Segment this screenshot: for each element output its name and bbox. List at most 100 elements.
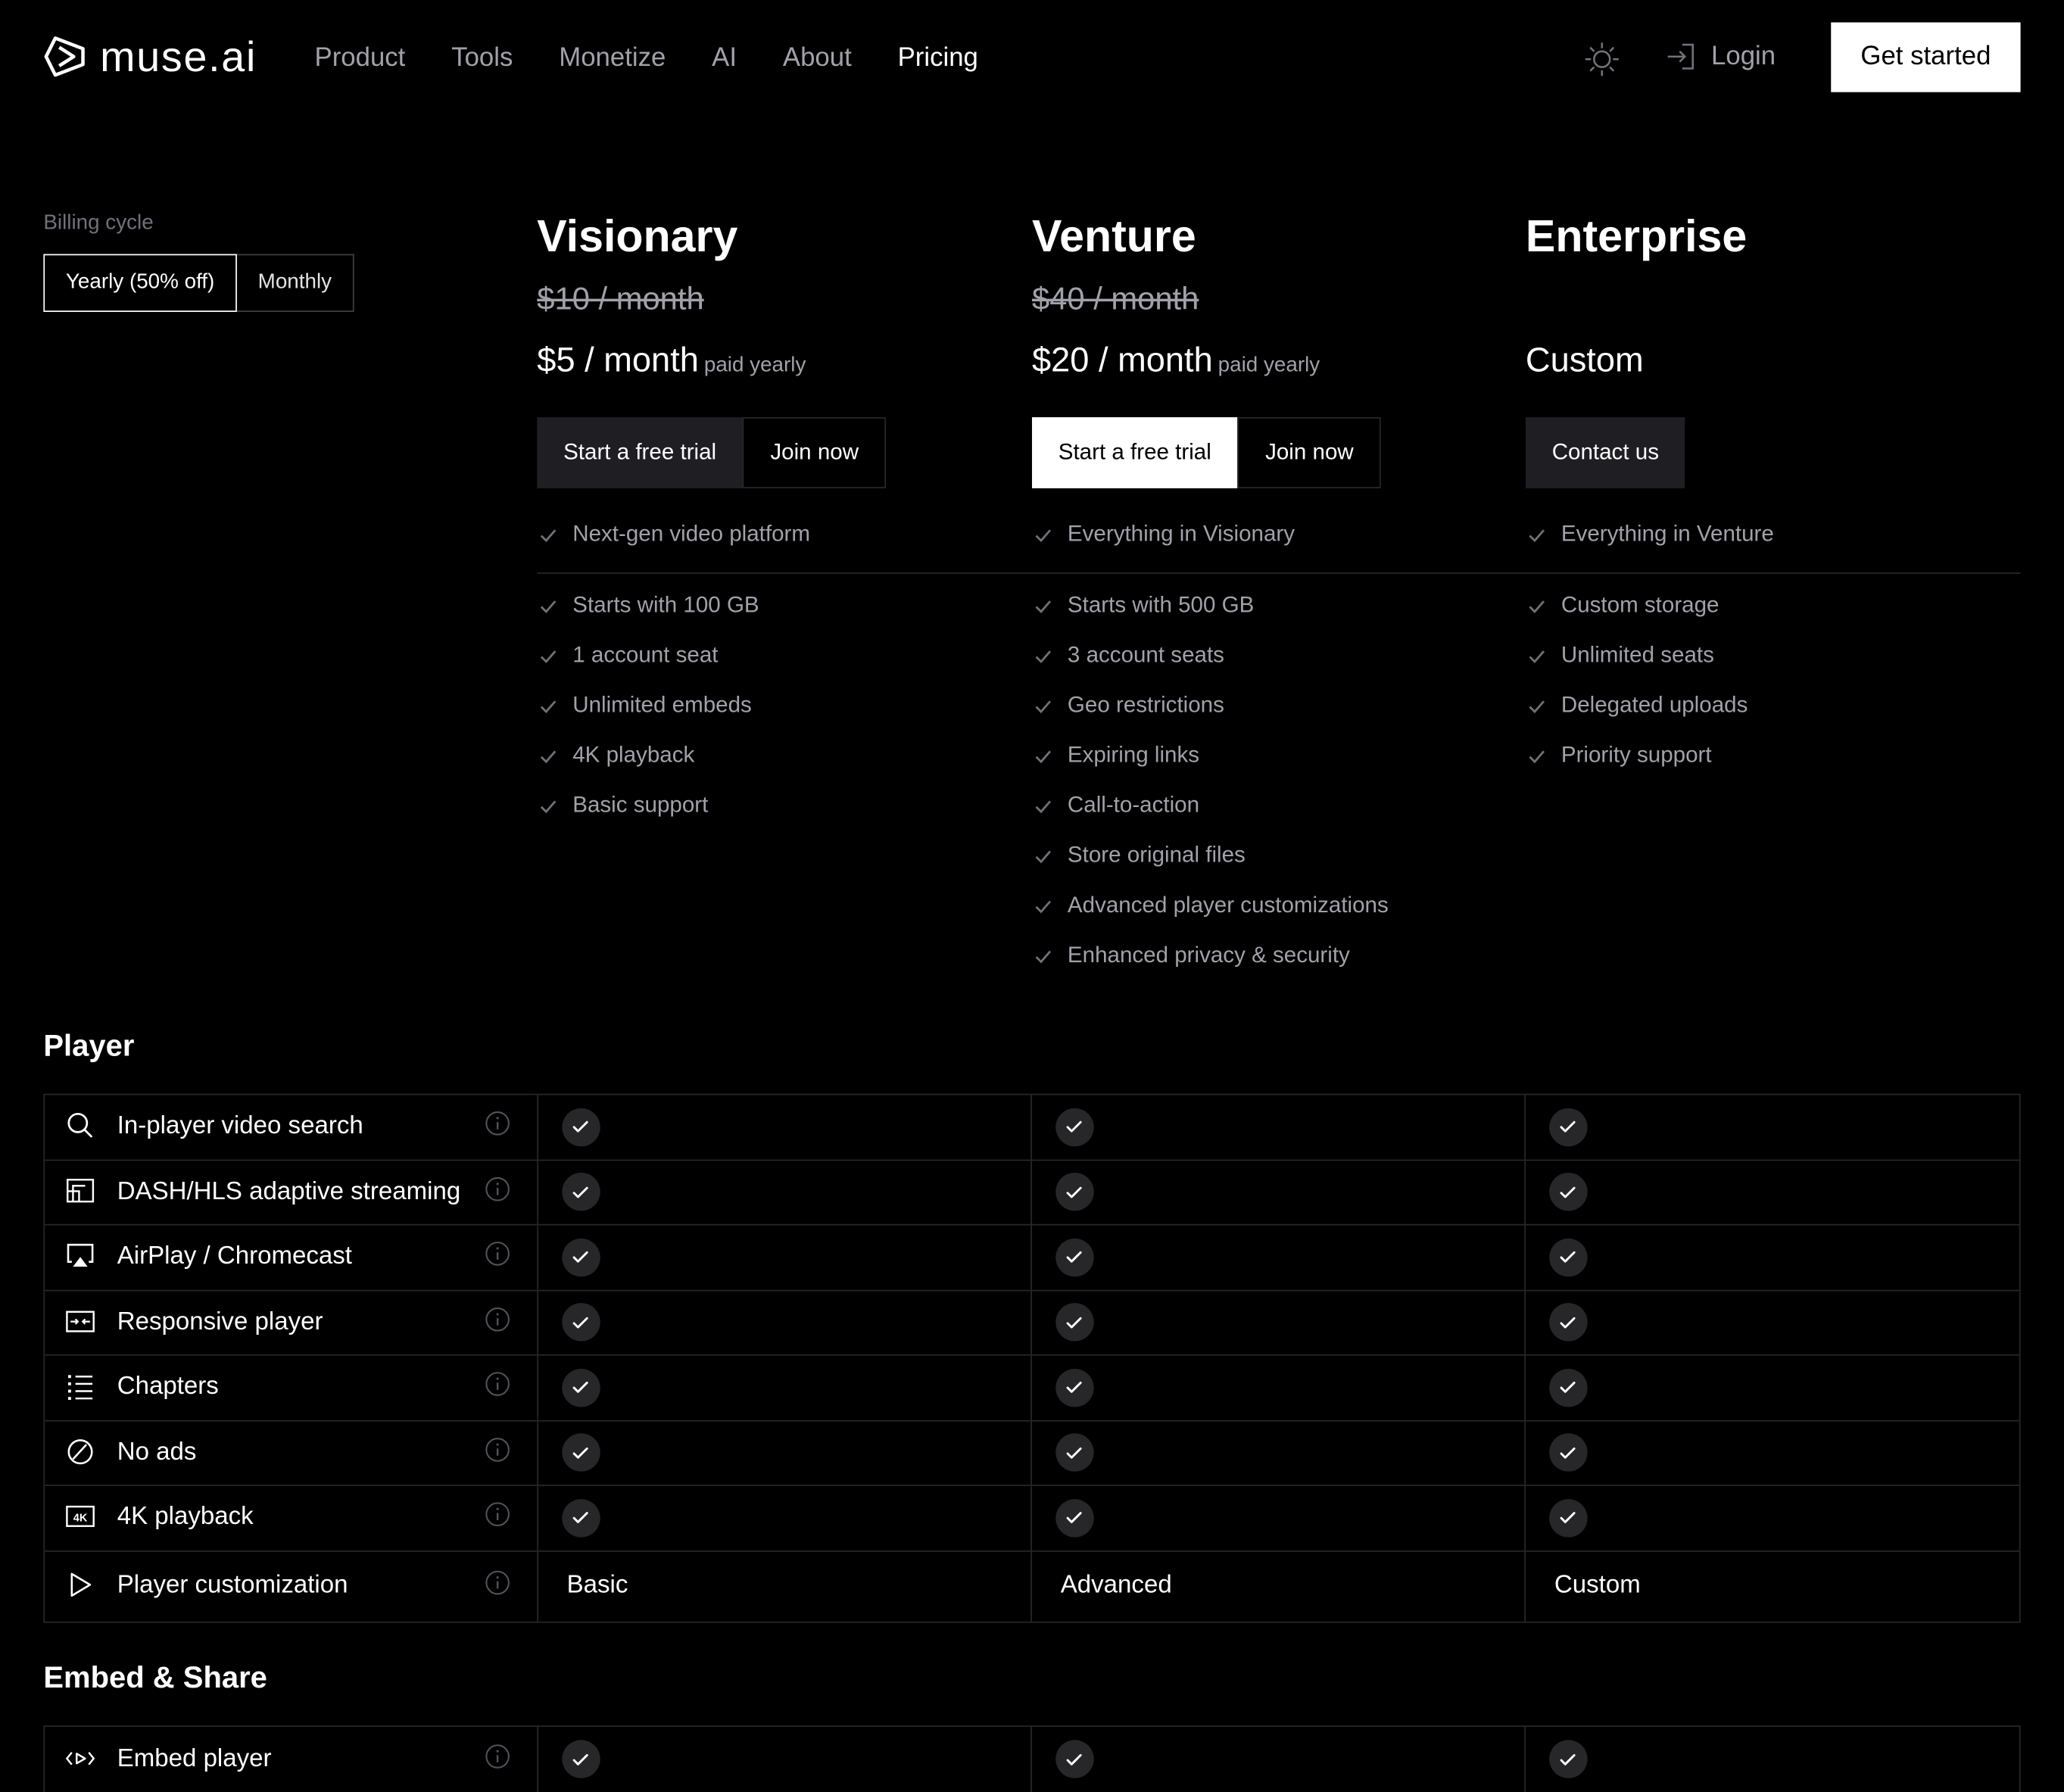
plan-feature-item: Basic support — [537, 793, 708, 819]
plan-value-cell — [1526, 1160, 2019, 1223]
check-white-icon — [1067, 1251, 1083, 1264]
feature-cell: No ads — [45, 1420, 538, 1485]
plan-feature-item: 3 account seats — [1032, 642, 1224, 668]
check-white-icon — [1560, 1512, 1576, 1524]
plan-feature-label: Advanced player customizations — [1067, 892, 1389, 918]
price-value: $5 / month — [537, 339, 699, 379]
table-row: AirPlay / Chromecast — [45, 1225, 2019, 1291]
logo-text: muse.ai — [100, 33, 257, 81]
plan-feature-label: Everything in Venture — [1560, 521, 1774, 547]
plan-feature-label: Geo restrictions — [1067, 692, 1224, 718]
info-button[interactable] — [484, 1241, 510, 1273]
plan-feature-item: Advanced player customizations — [1032, 893, 1389, 919]
table-row: Chapters — [45, 1355, 2019, 1421]
plan-feature-label: Store original files — [1067, 842, 1246, 868]
check-white-icon — [572, 1753, 588, 1766]
table-row: In-player video search — [45, 1095, 2019, 1161]
plan-value-cell — [1032, 1726, 1526, 1792]
info-button[interactable] — [484, 1371, 510, 1404]
sun-icon — [1585, 42, 1619, 76]
login-link[interactable]: Login — [1666, 41, 1776, 73]
plan-feature-item: Starts with 500 GB — [1032, 592, 1254, 619]
plan-feature-label: Enhanced privacy & security — [1067, 942, 1350, 968]
billing-monthly-option[interactable]: Monthly — [236, 254, 354, 313]
feature-icon-wrap — [54, 1307, 107, 1339]
feature-icon-wrap — [54, 1744, 107, 1775]
feature-icon-wrap — [54, 1570, 107, 1602]
nav-ai[interactable]: AI — [712, 42, 737, 74]
check-small-icon — [540, 750, 557, 763]
check-small-icon — [1035, 750, 1052, 763]
plan-value-cell — [538, 1225, 1032, 1289]
price-value: $20 / month — [1031, 339, 1213, 379]
feature-label: Player customization — [117, 1571, 348, 1600]
plan-feature-item: Expiring links — [1032, 743, 1199, 769]
nav-about[interactable]: About — [783, 42, 852, 74]
plan-feature-label: Delegated uploads — [1560, 692, 1748, 718]
nav-monetize[interactable]: Monetize — [559, 42, 666, 74]
check-badge — [561, 1498, 600, 1538]
info-button[interactable] — [484, 1176, 510, 1208]
check-badge — [561, 1368, 600, 1407]
svg-text:4K: 4K — [73, 1513, 88, 1525]
nav-pricing[interactable]: Pricing — [898, 42, 978, 74]
check-badge — [1548, 1433, 1588, 1473]
plan-feature-label: Everything in Visionary — [1067, 521, 1295, 547]
plan-feature-label: 4K playback — [572, 742, 695, 768]
feature-icon-wrap — [54, 1111, 107, 1143]
check-badge — [1055, 1173, 1094, 1211]
embed-icon — [65, 1751, 95, 1766]
join-now-button[interactable]: Join now — [1237, 417, 1382, 488]
muse-logo[interactable]: muse.ai — [42, 36, 257, 78]
list-icon — [68, 1375, 93, 1401]
check-white-icon — [572, 1382, 588, 1394]
plan-feature-label: Starts with 500 GB — [1067, 592, 1255, 618]
check-white-icon — [1560, 1447, 1576, 1459]
check-white-icon — [572, 1186, 588, 1198]
start-free-trial-button[interactable]: Start a free trial — [1031, 417, 1238, 488]
plan-feature-item: Call-to-action — [1032, 793, 1199, 819]
feature-label: No ads — [117, 1438, 197, 1466]
plan-buttons: Start a free trial Join now — [537, 417, 887, 488]
plan-value-cell — [1526, 1421, 2019, 1485]
billing-cycle-label: Billing cycle — [43, 211, 154, 235]
check-badge — [561, 1303, 600, 1342]
plan-value-cell — [538, 1420, 1032, 1485]
plan-value-cell — [1032, 1420, 1526, 1485]
table-row: 4K 4K playback — [45, 1485, 2019, 1551]
check-small-icon — [1529, 700, 1545, 713]
start-free-trial-button[interactable]: Start a free trial — [537, 417, 743, 488]
info-button[interactable] — [484, 1111, 510, 1143]
table-row: No ads — [45, 1420, 2019, 1486]
section-title-player: Player — [43, 1027, 135, 1062]
plan-value-cell — [538, 1160, 1032, 1224]
plan-feature-label: Call-to-action — [1067, 792, 1200, 818]
check-white-icon — [1067, 1753, 1083, 1766]
plan-feature-label: Basic support — [572, 792, 709, 818]
check-small-icon — [1035, 799, 1052, 813]
airplay-icon — [67, 1244, 94, 1267]
get-started-button[interactable]: Get started — [1831, 22, 2021, 92]
check-small-icon — [1035, 899, 1052, 913]
info-button[interactable] — [484, 1501, 510, 1534]
nav-product[interactable]: Product — [315, 42, 406, 74]
plan-feature-item: Unlimited seats — [1526, 642, 1714, 668]
billing-cycle-toggle: Yearly (50% off) Monthly — [43, 254, 354, 313]
check-small-icon — [540, 650, 557, 663]
contact-us-button[interactable]: Contact us — [1525, 417, 1685, 488]
info-button[interactable] — [484, 1436, 510, 1469]
billing-yearly-option[interactable]: Yearly (50% off) — [43, 254, 237, 313]
join-now-button[interactable]: Join now — [742, 417, 887, 488]
player-feature-table: In-player video search DASH/HLS adaptive … — [43, 1093, 2021, 1622]
theme-toggle[interactable] — [1585, 42, 1619, 83]
info-button[interactable] — [484, 1306, 510, 1339]
plan-value-text: Custom — [1554, 1571, 1641, 1600]
info-button[interactable] — [484, 1569, 510, 1602]
plan-value-cell — [1526, 1356, 2019, 1420]
plan-value-cell — [1032, 1160, 1526, 1224]
info-icon — [485, 1111, 510, 1136]
plan-enterprise: Enterprise Custom Contact us — [1525, 210, 2021, 488]
check-small-icon — [1035, 600, 1052, 613]
info-button[interactable] — [484, 1743, 510, 1775]
nav-tools[interactable]: Tools — [451, 42, 513, 74]
